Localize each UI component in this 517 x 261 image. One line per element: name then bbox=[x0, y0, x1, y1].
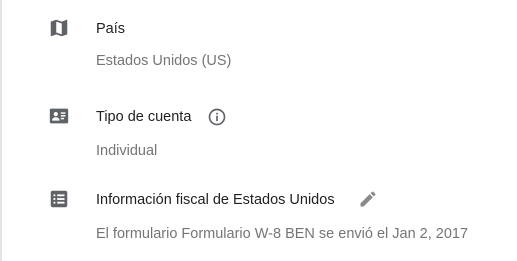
contact-card-icon bbox=[48, 105, 70, 127]
tax-info-label: Información fiscal de Estados Unidos bbox=[96, 192, 335, 208]
map-icon bbox=[48, 17, 70, 39]
tax-info-value: El formulario Formulario W-8 BEN se envi… bbox=[96, 226, 469, 242]
info-icon[interactable] bbox=[207, 107, 227, 127]
left-border bbox=[0, 0, 2, 261]
account-type-value: Individual bbox=[96, 143, 158, 159]
country-label: País bbox=[96, 21, 126, 37]
list-icon bbox=[48, 188, 70, 210]
country-value: Estados Unidos (US) bbox=[96, 53, 232, 69]
pencil-icon[interactable] bbox=[358, 189, 378, 209]
account-type-label: Tipo de cuenta bbox=[96, 109, 192, 125]
